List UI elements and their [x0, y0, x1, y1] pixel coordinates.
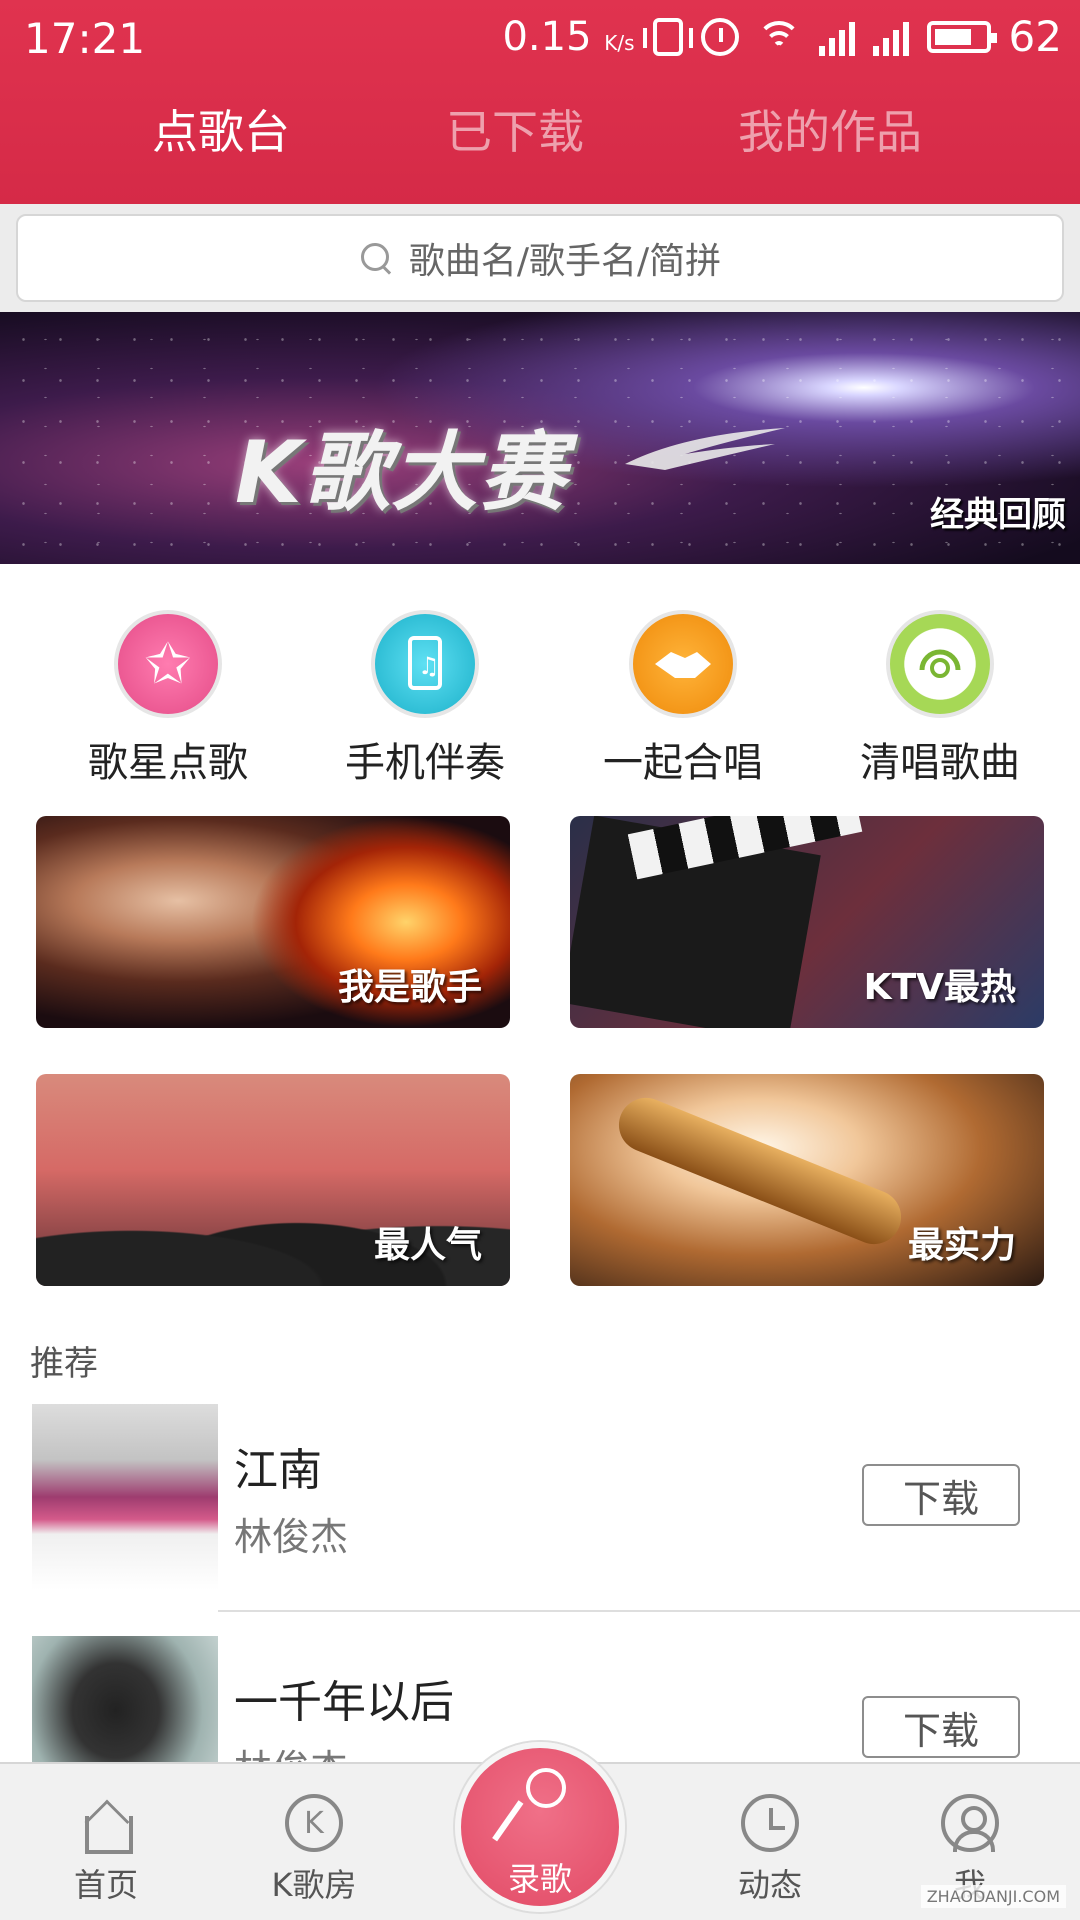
tile-most-popular[interactable]: 最人气 [36, 1074, 510, 1286]
wifi-icon [756, 19, 801, 55]
category-shortcuts: ✩ 歌星点歌 ♫ 手机伴奏 一起合唱 清唱歌曲 [0, 596, 1080, 796]
banner-subtitle: 经典回顾 [930, 495, 1066, 535]
category-label: 歌星点歌 [88, 740, 248, 786]
watermark: ZHAODANJI.COM [920, 1885, 1066, 1908]
signal-4g-icon [818, 18, 855, 56]
nav-activity[interactable]: 动态 [700, 1794, 840, 1906]
app-header: 17:21 0.15 K/s 62 点歌台 已下载 我的作品 [0, 0, 1080, 204]
status-time: 17:21 [24, 14, 146, 63]
microphone-image [610, 1089, 910, 1253]
microphone-icon [510, 1768, 570, 1848]
nav-home[interactable]: 首页 [36, 1794, 176, 1906]
top-tabs: 点歌台 已下载 我的作品 [0, 96, 1080, 186]
search-input[interactable]: 歌曲名/歌手名/简拼 [16, 214, 1064, 302]
tab-my-works[interactable]: 我的作品 [738, 96, 922, 162]
search-area: 歌曲名/歌手名/简拼 [0, 204, 1080, 312]
k-room-icon: K [285, 1794, 343, 1852]
search-placeholder: 歌曲名/歌手名/简拼 [408, 241, 722, 282]
nav-label: 动态 [737, 1866, 802, 1904]
download-button[interactable]: 下载 [862, 1464, 1020, 1526]
record-button[interactable]: 录歌 [455, 1742, 625, 1912]
network-speed-unit: K/s [604, 30, 635, 55]
alarm-icon [700, 17, 739, 56]
tile-ktv-hot[interactable]: KTV最热 [570, 816, 1044, 1028]
nav-label: 首页 [73, 1866, 138, 1904]
song-artist: 林俊杰 [234, 1515, 349, 1559]
record-label: 录歌 [507, 1860, 572, 1898]
recommend-heading: 推荐 [30, 1344, 98, 1384]
search-icon [359, 241, 393, 275]
vibrate-icon [642, 17, 693, 56]
signal-icon [872, 18, 909, 56]
category-label: 一起合唱 [603, 740, 763, 786]
promo-banner[interactable]: K歌大赛 经典回顾 [0, 312, 1080, 564]
phone-music-icon: ♫ [371, 610, 479, 718]
song-title: 江南 [234, 1445, 322, 1496]
status-icons: 0.15 K/s 62 [502, 12, 1062, 61]
download-button[interactable]: 下载 [862, 1696, 1020, 1758]
star-icon: ✩ [114, 610, 222, 718]
category-acapella[interactable]: 清唱歌曲 [820, 596, 1060, 788]
nav-k-room[interactable]: K K歌房 [244, 1794, 384, 1906]
home-icon [77, 1794, 135, 1854]
tile-most-skilled[interactable]: 最实力 [570, 1074, 1044, 1286]
nav-label: K歌房 [271, 1866, 357, 1904]
category-phone-accompaniment[interactable]: ♫ 手机伴奏 [305, 596, 545, 788]
battery-level: 62 [1008, 12, 1062, 61]
clock-icon [741, 1794, 799, 1852]
tile-label: 最人气 [373, 1225, 482, 1266]
tile-label: 最实力 [907, 1225, 1016, 1266]
handshake-icon [629, 610, 737, 718]
category-label: 手机伴奏 [345, 740, 505, 786]
song-cover [32, 1404, 218, 1590]
tile-label: 我是歌手 [337, 967, 482, 1008]
user-icon [941, 1794, 999, 1852]
tab-downloaded[interactable]: 已下载 [446, 96, 584, 162]
tile-label: KTV最热 [863, 967, 1016, 1008]
status-bar: 17:21 0.15 K/s 62 [0, 0, 1080, 78]
category-singer-request[interactable]: ✩ 歌星点歌 [48, 596, 288, 788]
svg-text:♫: ♫ [418, 652, 440, 680]
song-title: 一千年以后 [234, 1677, 454, 1728]
wing-icon [625, 428, 785, 470]
battery-icon [926, 20, 997, 53]
headphones-icon [886, 610, 994, 718]
category-label: 清唱歌曲 [860, 740, 1020, 786]
tile-i-am-singer[interactable]: 我是歌手 [36, 816, 510, 1028]
banner-title: K歌大赛 [235, 423, 568, 523]
divider [218, 1610, 1080, 1612]
tab-song-request[interactable]: 点歌台 [152, 96, 290, 162]
list-item[interactable]: 江南 林俊杰 下载 [0, 1404, 1080, 1594]
network-speed: 0.15 K/s [502, 13, 635, 60]
category-duet[interactable]: 一起合唱 [563, 596, 803, 788]
